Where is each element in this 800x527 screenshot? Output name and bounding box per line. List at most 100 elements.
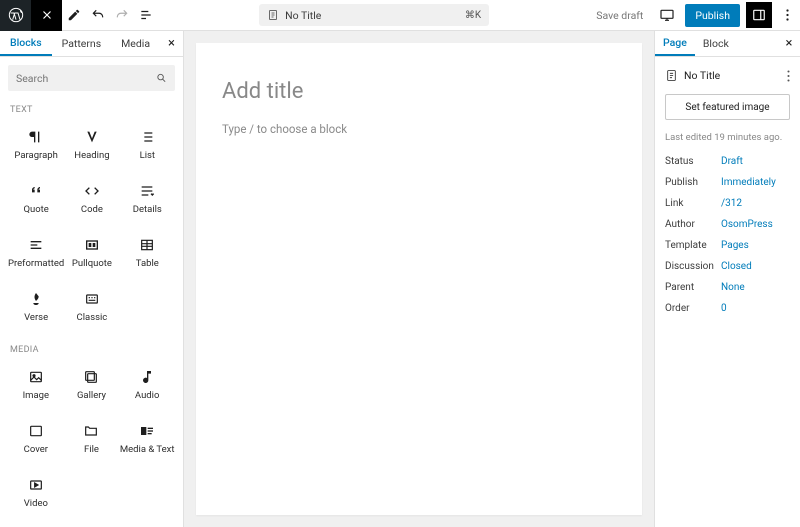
- settings-sidebar: Page Block × No Title Set featured image…: [654, 31, 800, 527]
- meta-value-discussion[interactable]: Closed: [721, 261, 752, 272]
- block-item-label: Video: [24, 498, 48, 509]
- block-item-image[interactable]: Image: [8, 359, 64, 409]
- code-icon: [83, 182, 101, 200]
- block-item-cover[interactable]: Cover: [8, 413, 64, 463]
- meta-value-publish[interactable]: Immediately: [721, 177, 776, 188]
- inserter-toggle-button[interactable]: [31, 0, 62, 31]
- block-item-media-text[interactable]: Media & Text: [119, 413, 175, 463]
- block-item-label: Pullquote: [72, 258, 112, 269]
- block-item-file[interactable]: File: [64, 413, 120, 463]
- post-title-input[interactable]: Add title: [222, 79, 616, 104]
- preview-button[interactable]: [655, 3, 679, 27]
- heading-icon: [83, 128, 101, 146]
- tab-block[interactable]: Block: [695, 31, 737, 56]
- block-item-pullquote[interactable]: Pullquote: [64, 227, 119, 277]
- document-actions-button[interactable]: [787, 70, 790, 82]
- block-item-code[interactable]: Code: [64, 173, 119, 223]
- gallery-icon: [82, 368, 100, 386]
- last-edited-text: Last edited 19 minutes ago.: [665, 132, 790, 143]
- tab-blocks[interactable]: Blocks: [0, 31, 52, 56]
- meta-label-discussion: Discussion: [665, 261, 721, 272]
- settings-body: No Title Set featured image Last edited …: [655, 57, 800, 327]
- tab-page[interactable]: Page: [655, 31, 695, 56]
- edit-tool-button[interactable]: [62, 0, 86, 31]
- block-item-label: Table: [136, 258, 159, 269]
- wordpress-logo-button[interactable]: [0, 0, 31, 31]
- video-icon: [27, 476, 45, 494]
- tab-media[interactable]: Media: [111, 31, 160, 56]
- redo-button[interactable]: [110, 0, 134, 31]
- block-item-label: Preformatted: [8, 258, 64, 269]
- block-item-quote[interactable]: Quote: [8, 173, 64, 223]
- set-featured-image-button[interactable]: Set featured image: [665, 94, 790, 120]
- meta-value-status[interactable]: Draft: [721, 156, 743, 167]
- document-title-bar[interactable]: No Title ⌘K: [259, 4, 489, 26]
- block-item-paragraph[interactable]: Paragraph: [8, 119, 64, 169]
- options-menu-button[interactable]: [778, 8, 796, 22]
- block-item-video[interactable]: Video: [8, 467, 64, 517]
- editor-main: Blocks Patterns Media × Text ParagraphHe…: [0, 31, 800, 527]
- meta-value-order[interactable]: 0: [721, 303, 727, 314]
- settings-sidebar-toggle[interactable]: [746, 2, 772, 28]
- meta-value-author[interactable]: OsomPress: [721, 219, 773, 230]
- block-item-label: Code: [81, 204, 103, 215]
- image-icon: [27, 368, 45, 386]
- paragraph-icon: [27, 128, 45, 146]
- block-item-label: Paragraph: [14, 150, 57, 161]
- block-item-classic[interactable]: Classic: [64, 281, 119, 331]
- verse-icon: [27, 290, 45, 308]
- meta-label-template: Template: [665, 240, 721, 251]
- meta-value-template[interactable]: Pages: [721, 240, 749, 251]
- meta-value-link[interactable]: /312: [721, 198, 742, 209]
- category-media-label: Media: [10, 345, 175, 355]
- block-grid-text: Paragraph Heading List Quote Code Details Pref…: [8, 119, 175, 331]
- pullquote-icon: [83, 236, 101, 254]
- classic-icon: [83, 290, 101, 308]
- block-inserter-panel: Blocks Patterns Media × Text ParagraphHe…: [0, 31, 184, 527]
- block-item-label: Verse: [24, 312, 48, 323]
- block-item-audio[interactable]: Audio: [119, 359, 175, 409]
- meta-row-template: TemplatePages: [665, 235, 790, 256]
- publish-button[interactable]: Publish: [685, 4, 740, 27]
- meta-row-parent: ParentNone: [665, 277, 790, 298]
- default-block-appender[interactable]: Type / to choose a block: [222, 122, 616, 136]
- undo-button[interactable]: [86, 0, 110, 31]
- settings-document-title: No Title: [684, 69, 720, 82]
- block-item-label: List: [140, 150, 155, 161]
- block-item-table[interactable]: Table: [120, 227, 175, 277]
- document-title-text: No Title: [285, 9, 321, 22]
- editor-canvas[interactable]: Add title Type / to choose a block: [196, 43, 642, 515]
- table-icon: [138, 236, 156, 254]
- block-item-heading[interactable]: Heading: [64, 119, 119, 169]
- tab-patterns[interactable]: Patterns: [52, 31, 112, 56]
- settings-close-button[interactable]: ×: [778, 36, 800, 51]
- search-input[interactable]: [16, 72, 150, 85]
- inserter-tabs: Blocks Patterns Media ×: [0, 31, 183, 57]
- meta-label-author: Author: [665, 219, 721, 230]
- toolbar-left: [0, 0, 158, 30]
- page-icon: [267, 9, 279, 21]
- settings-meta-list: StatusDraftPublishImmediatelyLink/312Aut…: [665, 151, 790, 319]
- block-item-preformatted[interactable]: Preformatted: [8, 227, 64, 277]
- inserter-close-button[interactable]: ×: [160, 36, 183, 51]
- block-item-details[interactable]: Details: [120, 173, 175, 223]
- cover-icon: [27, 422, 45, 440]
- block-item-label: Media & Text: [120, 444, 175, 455]
- page-icon: [665, 69, 678, 82]
- settings-tabs: Page Block ×: [655, 31, 800, 57]
- meta-label-status: Status: [665, 156, 721, 167]
- toolbar-center: No Title ⌘K: [158, 4, 590, 26]
- block-item-gallery[interactable]: Gallery: [64, 359, 120, 409]
- block-item-label: Quote: [23, 204, 48, 215]
- inserter-search[interactable]: [8, 65, 175, 91]
- meta-value-parent[interactable]: None: [721, 282, 745, 293]
- block-item-label: Gallery: [77, 390, 106, 401]
- block-item-label: Cover: [24, 444, 48, 455]
- save-draft-button[interactable]: Save draft: [590, 9, 649, 22]
- block-item-list[interactable]: List: [120, 119, 175, 169]
- inserter-body: Text ParagraphHeadingListQuoteCodeDetail…: [0, 57, 183, 527]
- meta-row-link: Link/312: [665, 193, 790, 214]
- document-overview-button[interactable]: [134, 0, 158, 31]
- block-item-verse[interactable]: Verse: [8, 281, 64, 331]
- quote-icon: [27, 182, 45, 200]
